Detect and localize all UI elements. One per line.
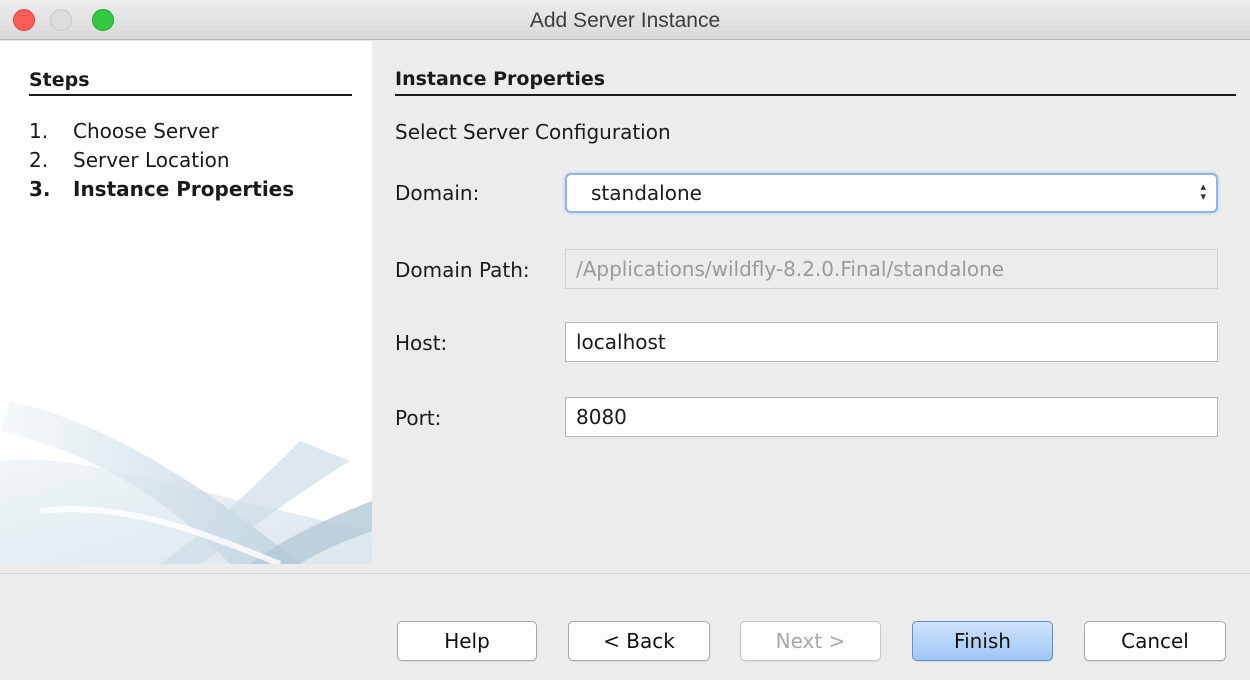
window-title: Add Server Instance — [529, 9, 721, 32]
page-title: Instance Properties — [395, 68, 606, 90]
step-item: 1. Choose Server — [29, 117, 294, 146]
step-label: Server Location — [73, 148, 230, 172]
domain-label: Domain: — [395, 181, 480, 205]
steps-title: Steps — [29, 69, 90, 91]
step-label: Choose Server — [73, 119, 219, 143]
finish-button[interactable]: Finish — [912, 621, 1053, 661]
cancel-button[interactable]: Cancel — [1084, 621, 1226, 661]
host-label: Host: — [395, 331, 448, 355]
up-down-arrows-icon: ▴ ▾ — [1200, 180, 1206, 203]
step-number: 2. — [29, 148, 49, 172]
steps-divider — [29, 94, 352, 96]
port-input[interactable]: 8080 — [565, 397, 1218, 437]
step-item-current: 3. Instance Properties — [29, 175, 294, 204]
step-number: 1. — [29, 119, 49, 143]
domain-path-label: Domain Path: — [395, 258, 530, 282]
step-number: 3. — [29, 177, 51, 201]
host-value: localhost — [576, 330, 666, 354]
host-input[interactable]: localhost — [565, 322, 1218, 362]
title-bar: Add Server Instance — [0, 0, 1250, 40]
steps-list: 1. Choose Server 2. Server Location 3. Inst… — [29, 117, 294, 204]
step-item: 2. Server Location — [29, 146, 294, 175]
steps-panel: Steps 1. Choose Server 2. Server Location … — [0, 41, 372, 564]
help-button[interactable]: Help — [397, 621, 537, 661]
port-label: Port: — [395, 406, 442, 430]
domain-selected-value: standalone — [591, 181, 702, 205]
port-value: 8080 — [576, 405, 627, 429]
domain-select[interactable]: standalone ▴ ▾ — [565, 173, 1218, 213]
domain-path-field: /Applications/wildfly-8.2.0.Final/standa… — [565, 249, 1218, 289]
back-button[interactable]: < Back — [568, 621, 710, 661]
footer-divider — [0, 573, 1250, 574]
domain-path-value: /Applications/wildfly-8.2.0.Final/standa… — [576, 257, 1005, 281]
step-label: Instance Properties — [73, 177, 295, 201]
title-divider — [395, 94, 1236, 96]
decorative-swoosh-graphic — [0, 401, 372, 564]
next-button[interactable]: Next > — [740, 621, 881, 661]
section-subtitle: Select Server Configuration — [395, 120, 671, 144]
